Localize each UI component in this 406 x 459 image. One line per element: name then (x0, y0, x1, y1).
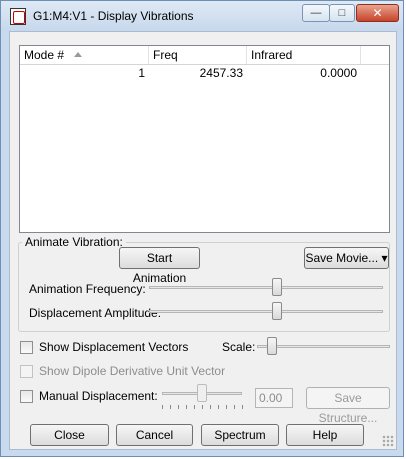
cell-freq: 2457.33 (199, 66, 243, 80)
modes-list[interactable]: Mode # Freq Infrared 1 2457.33 0.0000 (19, 45, 390, 233)
slider-tick (242, 405, 243, 409)
column-header-mode[interactable]: Mode # (20, 46, 149, 64)
close-button[interactable]: Close (30, 424, 109, 446)
app-document-icon (10, 8, 26, 25)
show-displacement-vectors-checkbox[interactable] (20, 341, 33, 354)
save-structure-button[interactable]: Save Structure... (306, 387, 390, 425)
slider-tick (178, 405, 179, 409)
manual-displacement-slider[interactable] (197, 384, 207, 402)
display-vibrations-window: G1:M4:V1 - Display Vibrations — □ ✕ Mode… (0, 0, 404, 457)
animation-frequency-slider[interactable] (272, 278, 283, 296)
maximize-button[interactable]: □ (329, 4, 355, 22)
cancel-button[interactable]: Cancel (116, 424, 193, 446)
cell-mode: 1 (138, 66, 145, 80)
show-displacement-vectors-label: Show Displacement Vectors (39, 340, 189, 354)
show-dipole-checkbox[interactable] (20, 365, 33, 378)
title-bar[interactable]: G1:M4:V1 - Display Vibrations — □ ✕ (1, 1, 403, 31)
help-button[interactable]: Help (286, 424, 364, 446)
dialog-body: Mode # Freq Infrared 1 2457.33 0.0000 An… (9, 31, 397, 450)
spectrum-button[interactable]: Spectrum (201, 424, 279, 446)
list-item[interactable]: 1 2457.33 0.0000 (20, 65, 389, 81)
displacement-amplitude-slider[interactable] (272, 302, 283, 320)
displacement-amplitude-label: Displacement Amplitude: (29, 306, 162, 320)
column-header-infrared[interactable]: Infrared (247, 46, 361, 64)
slider-tick (226, 405, 227, 409)
column-infrared-label: Infrared (251, 48, 293, 62)
dropdown-arrow-icon: ▾ (378, 251, 388, 265)
animation-frequency-track (149, 286, 383, 289)
manual-displacement-label: Manual Displacement: (39, 389, 158, 403)
slider-tick (186, 405, 187, 409)
column-mode-label: Mode # (24, 48, 65, 62)
column-freq-label: Freq (153, 48, 178, 62)
slider-tick (170, 405, 171, 409)
start-animation-button[interactable]: Start Animation (119, 247, 200, 285)
show-dipole-label: Show Dipole Derivative Unit Vector (39, 364, 226, 378)
slider-tick (162, 405, 163, 409)
save-movie-button[interactable]: Save Movie... ▾ (304, 247, 389, 269)
slider-tick (234, 405, 235, 409)
list-header: Mode # Freq Infrared (20, 46, 389, 65)
animate-vibration-label: Animate Vibration: (22, 235, 126, 249)
minimize-button[interactable]: — (302, 4, 330, 22)
save-movie-label: Save Movie... (305, 251, 379, 265)
manual-displacement-ticks (162, 405, 243, 411)
manual-displacement-value[interactable]: 0.00 (255, 388, 293, 408)
sort-ascending-icon (74, 52, 82, 57)
slider-tick (218, 405, 219, 409)
slider-tick (194, 405, 195, 409)
scale-slider[interactable] (267, 337, 278, 355)
cell-infrared: 0.0000 (320, 66, 357, 80)
manual-displacement-checkbox[interactable] (20, 390, 33, 403)
displacement-amplitude-track (149, 310, 383, 313)
close-window-button[interactable]: ✕ (356, 4, 399, 22)
column-header-freq[interactable]: Freq (149, 46, 247, 64)
scale-label: Scale: (222, 340, 256, 354)
resize-grip-icon[interactable] (382, 435, 394, 447)
window-title: G1:M4:V1 - Display Vibrations (33, 9, 194, 23)
slider-tick (202, 405, 203, 409)
slider-tick (210, 405, 211, 409)
animation-frequency-label: Animation Frequency: (29, 282, 146, 296)
